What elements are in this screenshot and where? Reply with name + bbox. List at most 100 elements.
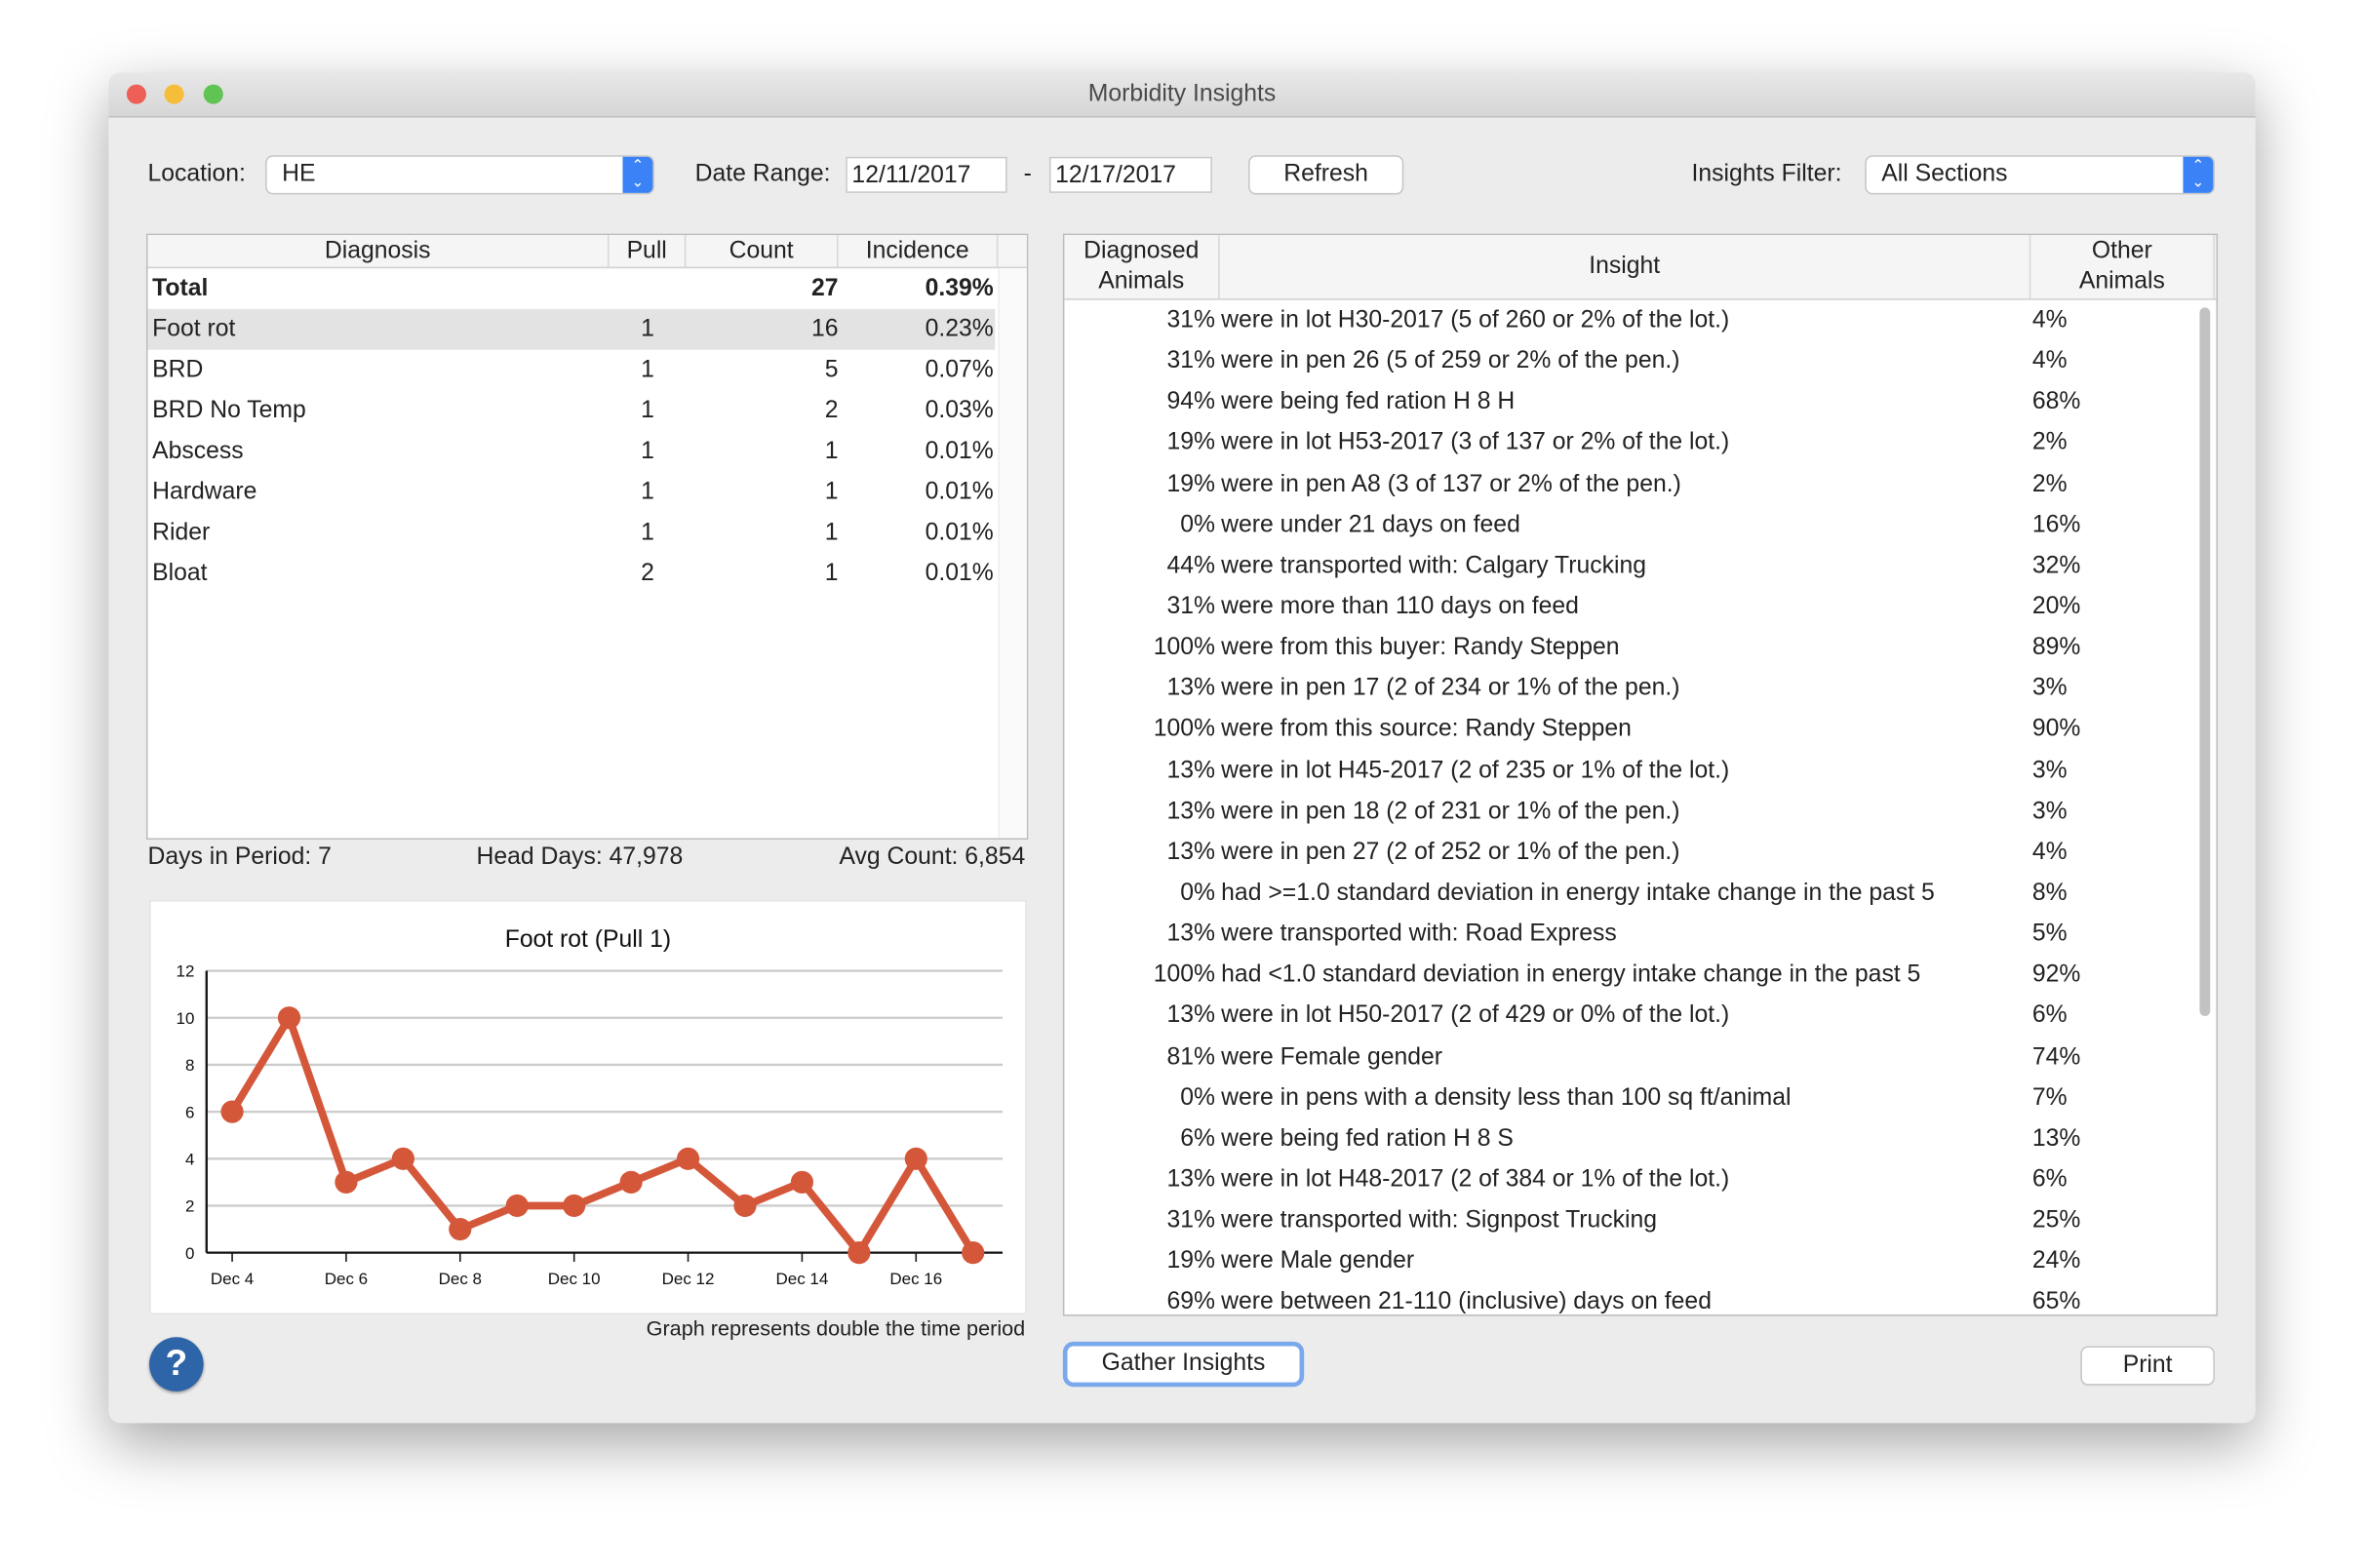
header-insight[interactable]: Insight [1220, 235, 2031, 299]
data-point [904, 1147, 927, 1170]
header-pull[interactable]: Pull [610, 235, 687, 269]
table-row[interactable]: Rider 1 1 0.01% [147, 513, 995, 554]
other-pct: 92% [2031, 961, 2081, 988]
y-tick-label: 12 [176, 962, 194, 981]
insight-row[interactable]: 100% were from this source: Randy Steppen… [1064, 709, 2216, 750]
insights-table: Diagnosed Animals Insight Other Animals … [1062, 233, 2219, 1316]
diagnosed-pct: 13% [1166, 1166, 1215, 1193]
other-pct: 32% [2031, 553, 2081, 579]
cell-incidence: 0.07% [925, 357, 994, 383]
end-date-field[interactable]: 12/17/2017 [1048, 156, 1212, 193]
insight-row[interactable]: 13% were in lot H45-2017 (2 of 235 or 1% … [1064, 750, 2216, 791]
start-date-field[interactable]: 12/11/2017 [846, 156, 1007, 193]
insights-filter-select[interactable]: All Sections ⌃ ⌄ [1866, 156, 2214, 193]
cell-incidence: 0.39% [925, 275, 994, 302]
cell-count: 1 [824, 438, 839, 465]
insight-row[interactable]: 94% were being fed ration H 8 H 68% [1064, 382, 2216, 423]
diagnosed-pct: 13% [1166, 921, 1215, 947]
y-tick-label: 8 [185, 1056, 194, 1075]
cell-pull: 1 [641, 398, 654, 424]
diagnosed-pct: 19% [1166, 430, 1215, 456]
cell-incidence: 0.01% [925, 561, 994, 587]
avg-count: Avg Count: 6,854 [839, 843, 1026, 870]
cell-name: Bloat [152, 561, 208, 587]
insight-text: were in lot H50-2017 (2 of 429 or 0% of … [1221, 1002, 1730, 1029]
minimize-window-button[interactable] [164, 84, 184, 104]
chevron-updown-icon: ⌃ ⌄ [622, 156, 653, 193]
cell-count: 1 [824, 479, 839, 505]
other-pct: 16% [2031, 512, 2081, 538]
diagnosed-pct: 13% [1166, 1002, 1215, 1029]
insight-row[interactable]: 19% were Male gender 24% [1064, 1241, 2216, 1282]
insight-row[interactable]: 81% were Female gender 74% [1064, 1037, 2216, 1078]
table-row[interactable]: Foot rot 1 16 0.23% [147, 308, 996, 350]
data-point [505, 1194, 529, 1218]
insight-row[interactable]: 31% were transported with: Signpost Truck… [1064, 1200, 2216, 1241]
insight-row[interactable]: 44% were transported with: Calgary Trucki… [1064, 545, 2216, 586]
insight-row[interactable]: 100% had <1.0 standard deviation in energ… [1064, 955, 2216, 996]
refresh-button[interactable]: Refresh [1249, 156, 1402, 193]
diagnosis-table: Diagnosis Pull Count Incidence Total 27 0.… [145, 233, 1029, 841]
insight-row[interactable]: 31% were in lot H30-2017 (5 of 260 or 2% … [1064, 300, 2216, 341]
close-window-button[interactable] [126, 84, 146, 104]
help-button[interactable]: ? [149, 1337, 204, 1392]
insight-row[interactable]: 13% were in pen 18 (2 of 231 or 1% of the… [1064, 791, 2216, 832]
insight-row[interactable]: 13% were in lot H50-2017 (2 of 429 or 0% … [1064, 996, 2216, 1037]
cell-name: BRD [152, 357, 204, 383]
insights-filter-value: All Sections [1881, 161, 2008, 187]
data-point [391, 1147, 414, 1170]
insight-text: were in lot H48-2017 (2 of 384 or 1% of … [1221, 1166, 1730, 1193]
insight-row[interactable]: 6% were being fed ration H 8 S 13% [1064, 1118, 2216, 1159]
insight-row[interactable]: 0% had >=1.0 standard deviation in energy… [1064, 873, 2216, 914]
other-pct: 5% [2031, 921, 2068, 947]
insight-text: were under 21 days on feed [1221, 512, 1520, 538]
table-row[interactable]: Bloat 2 1 0.01% [147, 553, 995, 594]
data-point [790, 1170, 814, 1194]
location-select[interactable]: HE ⌃ ⌄ [266, 156, 653, 193]
data-point [847, 1241, 871, 1265]
print-button[interactable]: Print [2081, 1348, 2214, 1385]
total-row[interactable]: Total 27 0.39% [147, 268, 995, 309]
table-row[interactable]: BRD 1 5 0.07% [147, 350, 995, 391]
table-row[interactable]: Abscess 1 1 0.01% [147, 431, 995, 472]
header-diagnosed-animals[interactable]: Diagnosed Animals [1064, 235, 1220, 299]
insight-text: were in lot H53-2017 (3 of 137 or 2% of … [1221, 430, 1730, 456]
y-tick-label: 10 [176, 1009, 194, 1028]
insight-row[interactable]: 13% were in lot H48-2017 (2 of 384 or 1% … [1064, 1159, 2216, 1200]
insight-text: were in pen A8 (3 of 137 or 2% of the pe… [1221, 471, 1681, 497]
diagnosed-pct: 31% [1166, 594, 1215, 620]
y-tick-label: 4 [185, 1150, 194, 1168]
table-row[interactable]: Hardware 1 1 0.01% [147, 472, 995, 513]
insight-row[interactable]: 19% were in lot H53-2017 (3 of 137 or 2% … [1064, 423, 2216, 464]
date-range-label: Date Range: [694, 161, 831, 187]
diagnosis-scrollbar[interactable] [998, 268, 1027, 839]
header-incidence[interactable]: Incidence [839, 235, 999, 269]
insight-row[interactable]: 13% were in pen 17 (2 of 234 or 1% of the… [1064, 668, 2216, 709]
insight-row[interactable]: 31% were in pen 26 (5 of 259 or 2% of the… [1064, 341, 2216, 382]
insight-row[interactable]: 69% were between 21-110 (inclusive) days … [1064, 1282, 2216, 1314]
insight-text: were in pens with a density less than 10… [1221, 1084, 1792, 1111]
insight-row[interactable]: 100% were from this buyer: Randy Steppen 8… [1064, 627, 2216, 668]
table-row[interactable]: BRD No Temp 1 2 0.03% [147, 390, 995, 431]
cell-pull: 1 [641, 357, 654, 383]
cell-count: 27 [811, 275, 839, 302]
insight-row[interactable]: 19% were in pen A8 (3 of 137 or 2% of the… [1064, 463, 2216, 504]
other-pct: 24% [2031, 1248, 2081, 1274]
x-tick-label: Dec 14 [775, 1270, 828, 1288]
header-count[interactable]: Count [686, 235, 839, 269]
header-other-animals[interactable]: Other Animals [2030, 235, 2215, 299]
insight-row[interactable]: 0% were under 21 days on feed 16% [1064, 504, 2216, 545]
cell-pull: 1 [641, 520, 654, 546]
insight-row[interactable]: 31% were more than 110 days on feed 20% [1064, 586, 2216, 627]
insight-row[interactable]: 0% were in pens with a density less than … [1064, 1078, 2216, 1118]
zoom-window-button[interactable] [203, 84, 223, 104]
y-tick-label: 2 [185, 1197, 194, 1216]
diagnosed-pct: 44% [1166, 553, 1215, 579]
header-diagnosis[interactable]: Diagnosis [147, 235, 610, 269]
insight-row[interactable]: 13% were transported with: Road Express 5% [1064, 914, 2216, 955]
insights-scrollbar-thumb[interactable] [2199, 307, 2211, 1016]
other-pct: 3% [2031, 757, 2068, 784]
gather-insights-button[interactable]: Gather Insights [1067, 1346, 1300, 1383]
insight-row[interactable]: 13% were in pen 27 (2 of 252 or 1% of the… [1064, 832, 2216, 873]
cell-count: 1 [824, 520, 839, 546]
